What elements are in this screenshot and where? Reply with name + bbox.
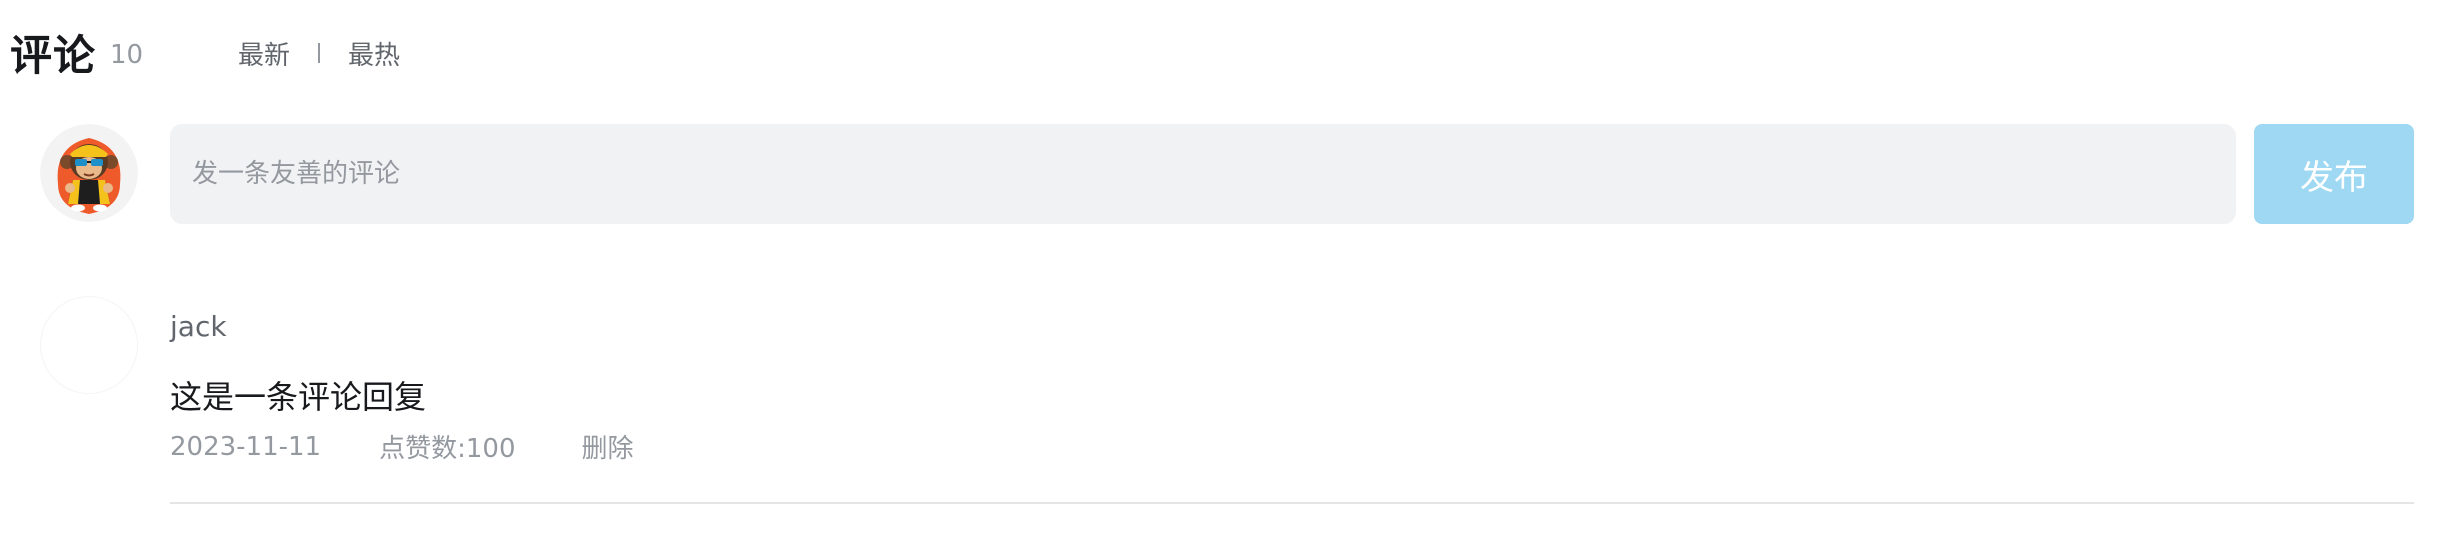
sort-tab-newest[interactable]: 最新 <box>238 35 290 72</box>
sort-divider <box>318 43 321 63</box>
comment-meta: 2023-11-11 点赞数:100 删除 <box>170 428 634 465</box>
sort-tab-hottest[interactable]: 最热 <box>348 35 400 72</box>
commenter-avatar <box>40 296 138 394</box>
delete-comment-button[interactable]: 删除 <box>582 428 634 465</box>
comment-username[interactable]: jack <box>170 310 227 343</box>
comment-input[interactable] <box>170 124 2236 224</box>
comment-section-header: 评论 10 <box>10 24 143 80</box>
comment-divider <box>170 502 2414 504</box>
comment-like-count: 点赞数:100 <box>379 434 516 464</box>
comment-count: 10 <box>110 40 144 70</box>
comment-date: 2023-11-11 <box>170 431 322 462</box>
current-user-avatar <box>40 124 138 222</box>
monkey-avatar-icon <box>40 124 138 222</box>
sort-tabs: 最新 最热 <box>238 30 400 76</box>
comment-section-title: 评论 <box>10 30 97 80</box>
comment-content: 这是一条评论回复 <box>170 378 427 416</box>
publish-button[interactable]: 发布 <box>2254 124 2414 224</box>
